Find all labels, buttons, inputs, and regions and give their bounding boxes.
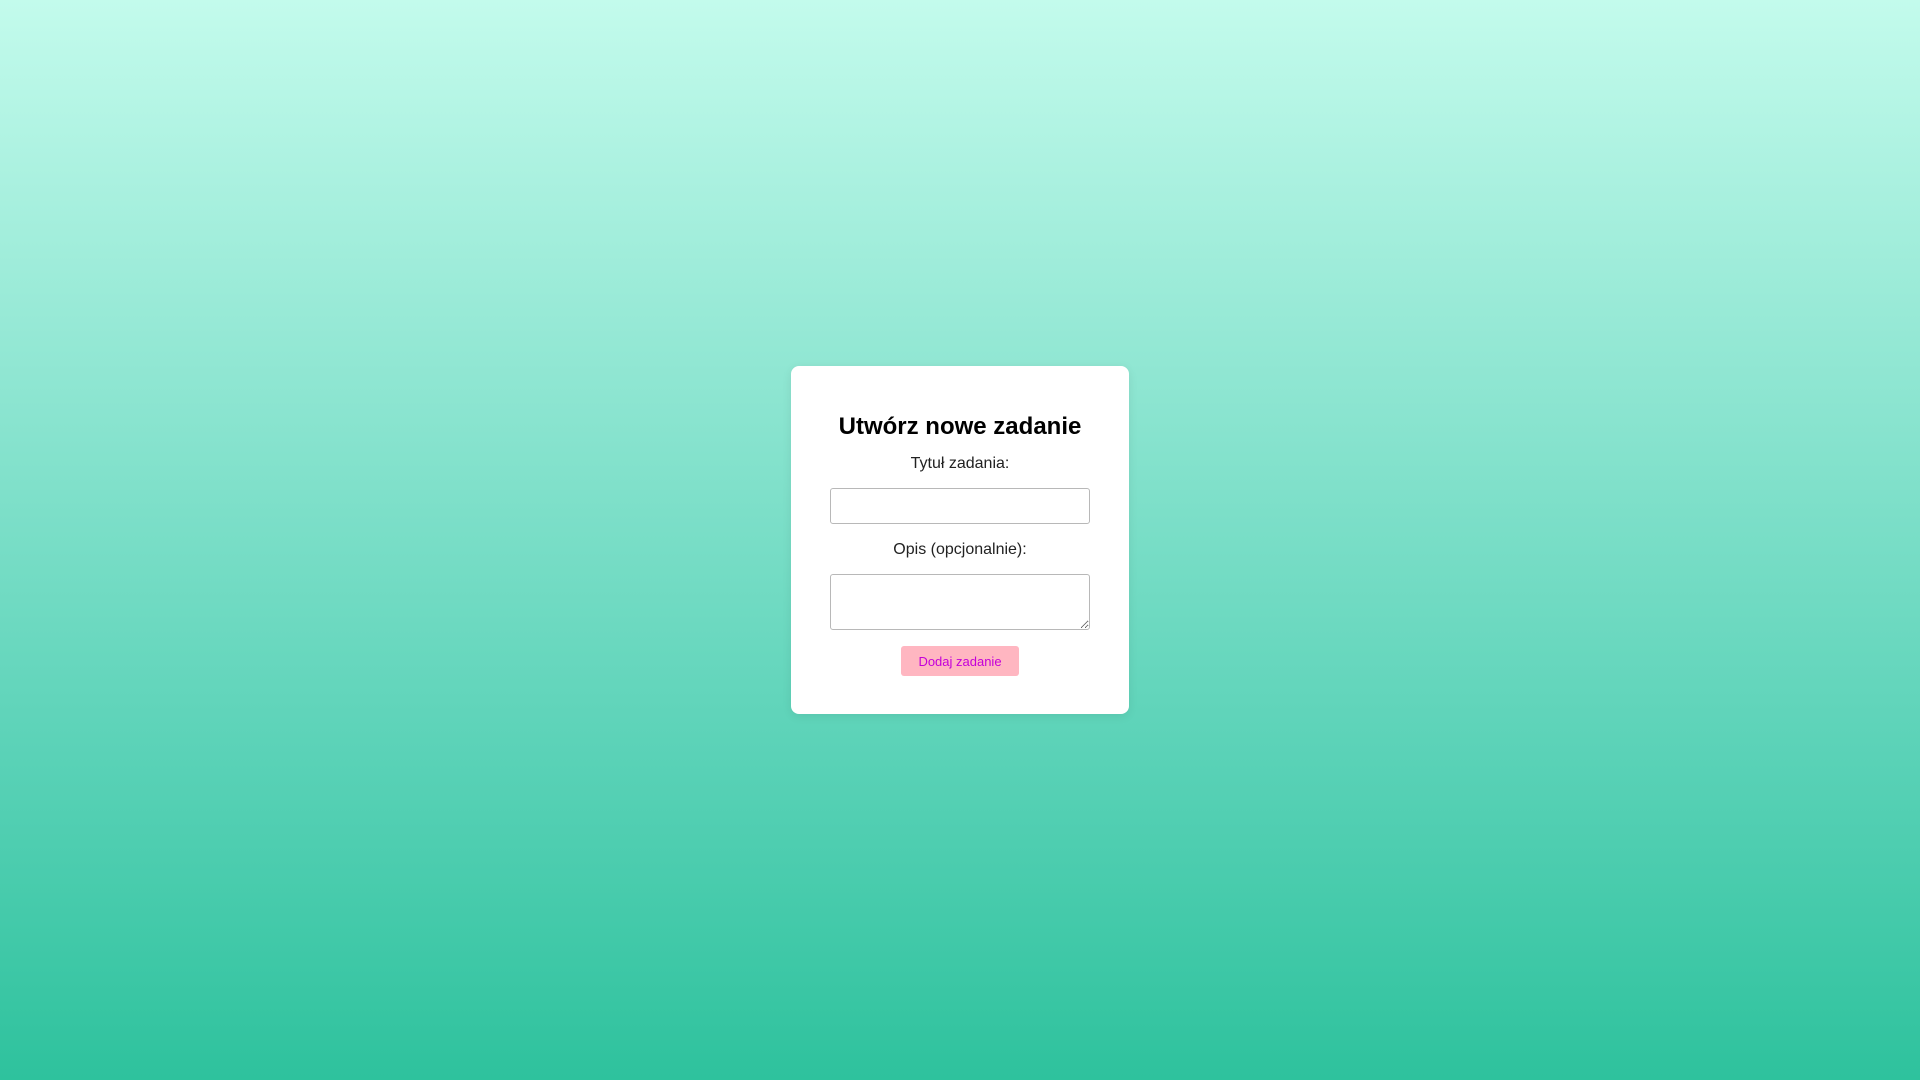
form-title: Utwórz nowe zadanie bbox=[838, 413, 1082, 440]
task-title-label: Tytuł zadania: bbox=[910, 455, 1010, 472]
description-label: Opis (opcjonalnie): bbox=[893, 541, 1027, 558]
description-textarea[interactable] bbox=[830, 574, 1090, 630]
task-title-input[interactable] bbox=[830, 488, 1090, 524]
add-task-button[interactable]: Dodaj zadanie bbox=[901, 646, 1019, 676]
new-task-card: Utwórz nowe zadanie Tytuł zadania: Opis … bbox=[791, 366, 1129, 714]
